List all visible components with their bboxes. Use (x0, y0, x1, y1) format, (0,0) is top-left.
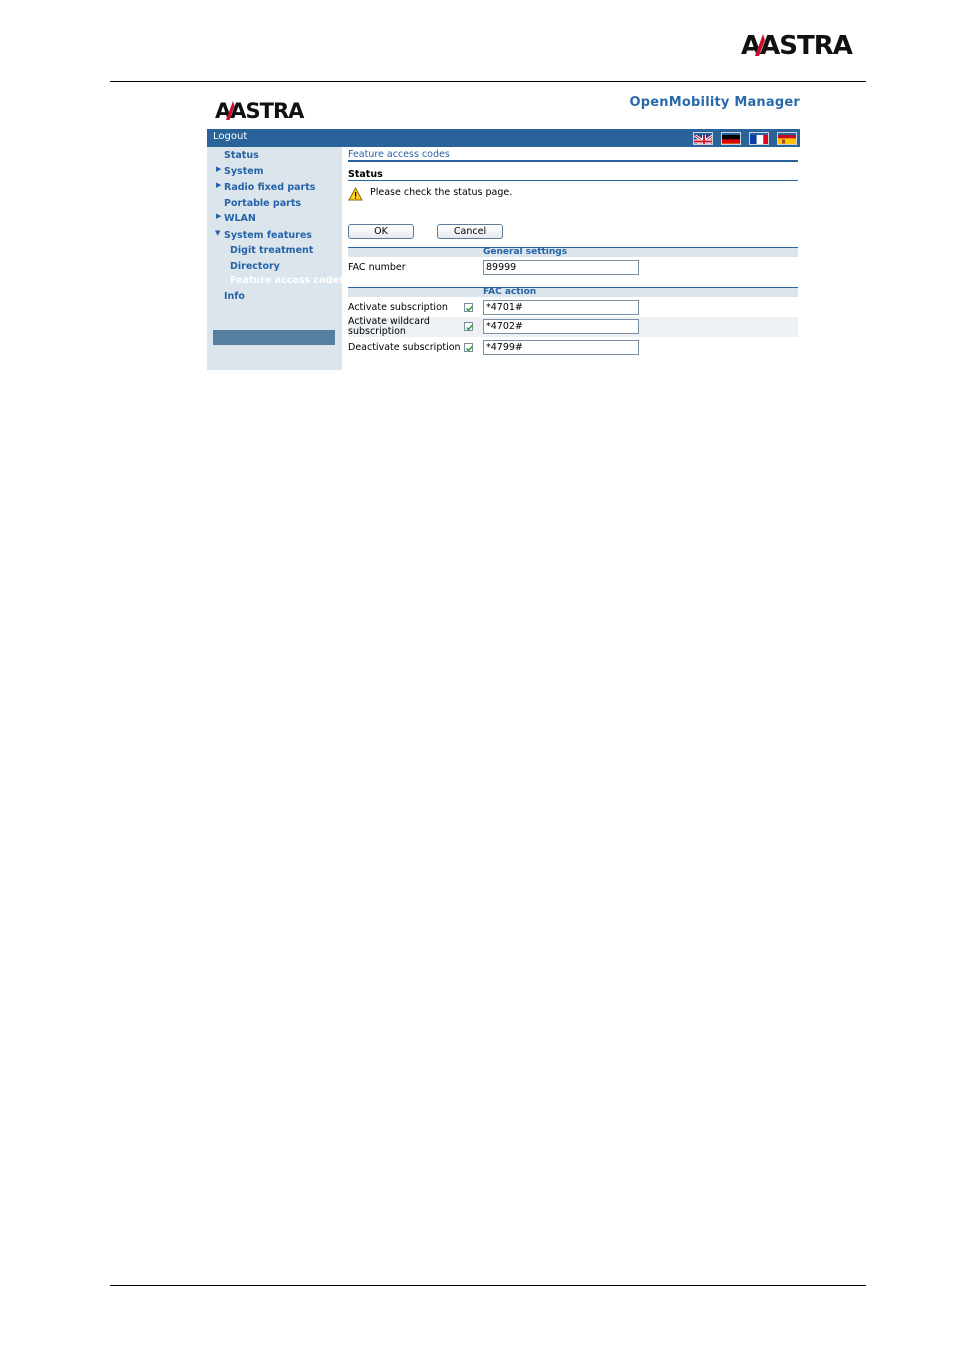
sidebar-item-digit-treatment[interactable]: Digit treatment (230, 245, 313, 256)
sidebar: Status ▶ System ▶ Radio fixed parts Port… (207, 147, 345, 370)
action-label: Activate subscription (348, 302, 448, 313)
sidebar-item-feature-access-codes[interactable]: Feature access codes (230, 275, 345, 286)
status-rule (348, 180, 798, 181)
content-panel: Feature access codes Status Please check… (348, 147, 800, 370)
sidebar-item-info[interactable]: Info (224, 291, 245, 302)
sidebar-item-portable-parts[interactable]: Portable parts (224, 198, 301, 209)
german-flag-icon[interactable] (721, 132, 741, 145)
english-flag-icon[interactable] (693, 132, 713, 145)
sidebar-item-system-features[interactable]: System features (224, 230, 312, 241)
fac-action-row: Deactivate subscription *4799# (348, 337, 798, 357)
fac-action-title: FAC action (483, 287, 537, 297)
logout-link[interactable]: Logout (213, 131, 247, 142)
breadcrumb[interactable]: Feature access codes (348, 149, 450, 160)
app-title: OpenMobility Manager (629, 95, 800, 110)
sidebar-active-highlight (213, 330, 335, 345)
expand-arrow-icon[interactable]: ▶ (216, 212, 221, 220)
spanish-flag-icon[interactable] (777, 132, 797, 145)
deactivate-subscription-checkbox[interactable] (464, 343, 474, 352)
status-title: Status (348, 169, 383, 180)
ok-button[interactable]: OK (348, 224, 414, 239)
action-label: Deactivate subscription (348, 342, 461, 353)
collapse-arrow-icon[interactable]: ▼ (215, 229, 220, 237)
activate-subscription-checkbox[interactable] (464, 303, 474, 312)
sidebar-item-system[interactable]: System (224, 166, 264, 177)
app-window: AASTRA OpenMobility Manager Logout Statu… (207, 90, 800, 370)
warning-icon (348, 187, 363, 201)
top-bar: Logout (207, 129, 800, 147)
app-logo: AASTRA (215, 99, 306, 122)
fac-action-row: Activate wildcard subscription *4702# (348, 317, 798, 337)
sidebar-item-directory[interactable]: Directory (230, 261, 280, 272)
general-settings-header: General settings (348, 247, 798, 257)
deactivate-subscription-input[interactable]: *4799# (483, 340, 639, 355)
fac-number-row: FAC number 89999 (348, 257, 798, 277)
french-flag-icon[interactable] (749, 132, 769, 145)
breadcrumb-rule (348, 160, 798, 162)
header-rule (110, 81, 866, 82)
expand-arrow-icon[interactable]: ▶ (216, 181, 221, 189)
action-label: Activate wildcard subscription (348, 316, 430, 337)
expand-arrow-icon[interactable]: ▶ (216, 165, 221, 173)
activate-wildcard-subscription-input[interactable]: *4702# (483, 319, 639, 334)
fac-number-input[interactable]: 89999 (483, 260, 639, 275)
footer-rule (110, 1285, 866, 1286)
fac-number-label: FAC number (348, 262, 406, 273)
activate-subscription-input[interactable]: *4701# (483, 300, 639, 315)
fac-action-header: FAC action (348, 287, 798, 297)
sidebar-item-wlan[interactable]: WLAN (224, 213, 256, 224)
fac-action-row: Activate subscription *4701# (348, 297, 798, 317)
general-settings-title: General settings (483, 247, 568, 257)
cancel-button[interactable]: Cancel (437, 224, 503, 239)
sidebar-item-status[interactable]: Status (224, 150, 259, 161)
sidebar-item-radio-fixed-parts[interactable]: Radio fixed parts (224, 182, 315, 193)
aastra-logo: AASTRA (741, 31, 854, 58)
status-message: Please check the status page. (370, 187, 513, 198)
activate-wildcard-subscription-checkbox[interactable] (464, 322, 474, 331)
